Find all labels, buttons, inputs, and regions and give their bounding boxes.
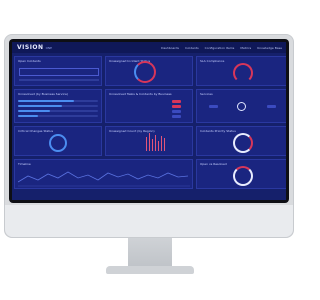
panel-title: SLA Compliance	[200, 59, 225, 63]
panel-title: Unresolved (by Business Service)	[18, 92, 69, 96]
region-bar	[149, 133, 150, 151]
panel-title: Open Incidents	[18, 59, 41, 63]
panel-open-incidents[interactable]: Open Incidents	[14, 56, 102, 86]
region-bar	[146, 137, 147, 151]
changes-donut	[49, 134, 67, 152]
region-bar	[155, 135, 156, 151]
panel-title: Critical Changes Status	[18, 129, 54, 133]
panel-timeline[interactable]: Timeline	[14, 159, 193, 189]
region-bar	[158, 141, 159, 151]
monitor-stand-base	[106, 266, 194, 274]
priority-donut	[233, 133, 253, 153]
panel-sla[interactable]: SLA Compliance	[196, 56, 286, 86]
count-badge	[172, 115, 181, 118]
bar-row	[18, 100, 98, 102]
status-donut	[134, 61, 156, 83]
nav-item-incidents[interactable]: Incidents	[185, 46, 199, 50]
bar-row	[18, 105, 98, 107]
bar-row	[18, 110, 98, 112]
service-node-icon[interactable]	[237, 102, 246, 111]
timeline-chart	[18, 171, 190, 187]
count-badge	[172, 110, 181, 113]
panel-unassigned-region[interactable]: Unassigned Count (by Region)	[105, 126, 193, 156]
app-logo[interactable]: VISION	[17, 44, 44, 51]
incident-progress	[19, 79, 99, 81]
region-bar	[161, 136, 162, 151]
nav-item-configuration[interactable]: Configuration Items	[205, 46, 235, 50]
timeline-line	[18, 171, 189, 183]
nav-item-knowledge[interactable]: Knowledge Base	[257, 46, 282, 50]
count-badge	[172, 105, 181, 108]
panel-unresolved-business[interactable]: Unresolved (by Business Service)	[14, 89, 102, 123]
panel-services[interactable]: Services	[196, 89, 286, 123]
monitor-frame: VISION ONE Dashboards Incidents Configur…	[4, 34, 294, 238]
dashboard-screen: VISION ONE Dashboards Incidents Configur…	[12, 42, 286, 200]
nav-menu: Dashboards Incidents Configuration Items…	[161, 46, 282, 50]
region-bar	[152, 139, 153, 151]
panel-title: Unresolved Tasks & Incidents by Business	[109, 92, 172, 96]
incident-strip	[19, 68, 99, 76]
region-bar	[164, 138, 165, 151]
service-node[interactable]	[209, 105, 218, 108]
sla-gauge	[233, 63, 253, 83]
panel-unresolved-tasks[interactable]: Unresolved Tasks & Incidents by Business	[105, 89, 193, 123]
monitor-stand-neck	[128, 238, 172, 268]
nav-item-metrics[interactable]: Metrics	[240, 46, 251, 50]
panel-priority-status[interactable]: Incidents Priority Status	[196, 126, 286, 156]
count-badge	[172, 100, 181, 103]
resolved-donut	[233, 166, 253, 186]
service-node[interactable]	[267, 105, 276, 108]
nav-item-dashboards[interactable]: Dashboards	[161, 46, 179, 50]
bar-row	[18, 115, 98, 117]
monitor-bezel: VISION ONE Dashboards Incidents Configur…	[9, 39, 289, 203]
top-navigation-bar: VISION ONE Dashboards Incidents Configur…	[12, 42, 286, 53]
app-logo-sub: ONE	[45, 45, 53, 50]
panel-open-resolved[interactable]: Open vs Resolved	[196, 159, 286, 189]
panel-unassigned-status[interactable]: Unassigned Incident Status	[105, 56, 193, 86]
region-bars	[146, 131, 165, 151]
panel-title: Incidents Priority Status	[200, 129, 236, 133]
monitor-chin	[5, 205, 293, 237]
panel-title: Services	[200, 92, 213, 96]
panel-critical-changes[interactable]: Critical Changes Status	[14, 126, 102, 156]
panel-title: Open vs Resolved	[200, 162, 227, 166]
